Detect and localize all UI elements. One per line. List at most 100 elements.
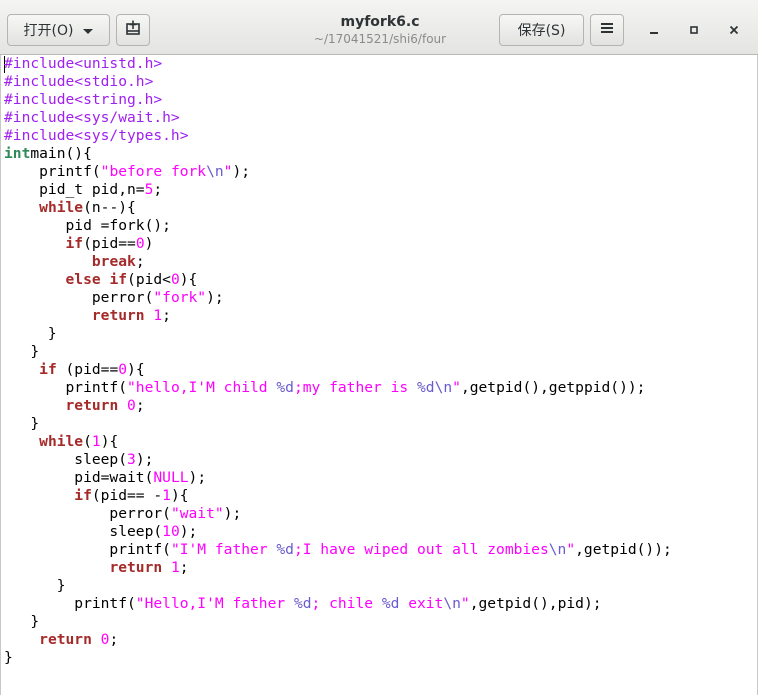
escape-token: %d [276,541,294,558]
code-token: (pid== - [91,487,163,504]
save-button-label: 保存(S) [517,23,566,39]
keyword-token: return [91,307,145,324]
close-icon [728,21,740,40]
header-bar: 打开(O) myfork6.c ~/17041521/shi6/four 保存(… [0,0,758,55]
string-token: ; chile [311,595,382,612]
code-token: sleep( [4,523,163,540]
title-block: myfork6.c ~/17041521/shi6/four [280,13,480,47]
code-token: pid=wait( [4,469,154,486]
code-line: intmain(){ [4,145,672,163]
code-token: ; [135,253,145,270]
code-line: return 1; [4,307,672,325]
menu-button[interactable] [590,14,624,46]
code-line: #include<stdio.h> [4,73,672,91]
preprocessor-token: #include<string.h> [4,91,163,108]
code-line: #include<string.h> [4,91,672,109]
save-button[interactable]: 保存(S) [499,14,584,46]
type-token: int [4,145,31,162]
string-token: exit [399,595,444,612]
code-token: printf( [4,595,136,612]
code-token: ,getpid()); [575,541,672,558]
code-token: ); [179,523,198,540]
keyword-token: else if [65,271,128,288]
code-token: (n--){ [83,199,136,216]
code-line: pid=wait(NULL); [4,469,672,487]
number-token: 0 [118,361,128,378]
code-line: } [4,649,672,667]
code-line: sleep(3); [4,451,672,469]
string-token: " [452,379,461,396]
escape-token: %d [293,595,312,612]
preprocessor-token: #include<sys/wait.h> [4,109,180,126]
code-line: } [4,343,672,361]
code-token: } [4,577,66,594]
code-token: ); [232,163,251,180]
escape-token: \n [434,379,453,396]
code-token: main(){ [30,145,92,162]
number-token: 10 [162,523,180,540]
code-token: ); [188,469,207,486]
code-line: perror("fork"); [4,289,672,307]
code-line: } [4,325,672,343]
code-line: return 0; [4,397,672,415]
code-token: ); [206,289,224,306]
code-line: return 0; [4,631,672,649]
string-token: "I'M father [170,541,277,558]
code-token: ,getpid(),getppid()); [460,379,646,396]
keyword-token: while [39,433,84,450]
keyword-token: if [74,487,92,504]
code-token: ; [109,631,119,648]
keyword-token: return [39,631,92,648]
minimize-button[interactable] [644,20,664,40]
string-token: "hello,I'M child [127,379,277,396]
code-line: else if(pid<0){ [4,271,672,289]
code-line: perror("wait"); [4,505,672,523]
escape-token: \n [443,595,461,612]
code-token: ); [135,451,154,468]
string-token: "before fork [100,163,207,180]
code-token: ){ [100,433,119,450]
document-path: ~/17041521/shi6/four [313,32,447,46]
code-text[interactable]: #include<unistd.h> #include<stdio.h> #incl… [4,55,672,667]
escape-token: %d [276,379,294,396]
keyword-token: if [39,361,57,378]
code-line: #include<unistd.h> [4,55,672,73]
string-token: "fork" [153,289,207,306]
escape-token: %d [416,379,435,396]
code-token: ,getpid(),pid); [469,595,602,612]
number-token: 0 [91,631,110,648]
keyword-token: return [109,559,163,576]
code-line: sleep(10); [4,523,672,541]
maximize-button[interactable] [684,20,704,40]
code-line: printf("Hello,I'M father %d; chile %d ex… [4,595,672,613]
code-token: printf( [4,541,171,558]
code-line: return 1; [4,559,672,577]
number-token: 1 [91,433,101,450]
string-token: ;my father is [293,379,417,396]
code-token: ; [179,559,189,576]
code-token: printf( [4,163,101,180]
code-editor[interactable]: #include<unistd.h> #include<stdio.h> #incl… [0,55,758,695]
string-token: " [566,541,576,558]
new-tab-button[interactable] [116,14,150,46]
code-token: ); [223,505,242,522]
code-token: ){ [127,361,145,378]
code-line: printf("I'M father %d;I have wiped out a… [4,541,672,559]
string-token: ;I have wiped out all zombies [293,541,549,558]
code-token: ; [153,181,163,198]
close-button[interactable] [724,20,744,40]
maximize-icon [688,21,700,40]
code-token: perror( [4,505,171,522]
code-token: pid =fork(); [4,217,171,234]
open-button[interactable]: 打开(O) [7,14,110,46]
number-token: 3 [127,451,136,468]
escape-token: \n [548,541,567,558]
code-token: } [4,415,40,432]
